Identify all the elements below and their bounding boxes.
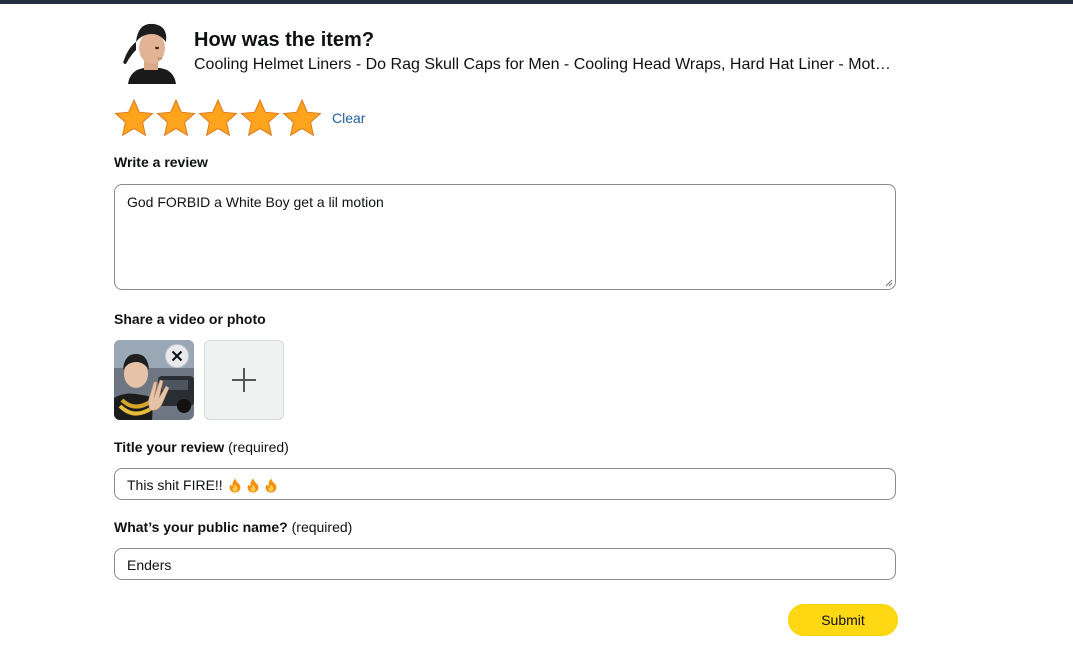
fire-emoji-icon: [229, 478, 241, 493]
required-note: (required): [291, 519, 353, 535]
star-icon-3[interactable]: [198, 98, 238, 138]
star-icon-4[interactable]: [240, 98, 280, 138]
star-icon-2[interactable]: [156, 98, 196, 138]
close-icon: [171, 350, 183, 362]
public-name-label: What’s your public name? (required): [114, 518, 352, 536]
fire-emoji-icon: [265, 478, 277, 493]
product-image: [114, 18, 180, 84]
add-media-button[interactable]: [204, 340, 284, 420]
required-note: (required): [228, 439, 289, 455]
review-title-value: This shit FIRE!!: [127, 477, 223, 493]
top-bar: [0, 0, 1073, 4]
write-review-label: Write a review: [114, 154, 208, 170]
submit-button[interactable]: Submit: [788, 604, 898, 636]
star-icon-5[interactable]: [282, 98, 322, 138]
review-textarea[interactable]: God FORBID a White Boy get a lil motion: [114, 184, 896, 290]
star-rating: Clear: [114, 98, 365, 138]
product-name: Cooling Helmet Liners - Do Rag Skull Cap…: [194, 56, 898, 73]
plus-icon: [232, 368, 256, 392]
public-name-label-text: What’s your public name?: [114, 519, 288, 535]
review-question-title: How was the item?: [194, 29, 375, 51]
public-name-input[interactable]: Enders: [114, 548, 896, 580]
fire-emoji-icon: [247, 478, 259, 493]
clear-rating-link[interactable]: Clear: [332, 110, 365, 126]
remove-photo-button[interactable]: [165, 344, 189, 368]
resize-grip-icon[interactable]: [885, 279, 893, 287]
review-title-input[interactable]: This shit FIRE!!: [114, 468, 896, 500]
star-icon-1[interactable]: [114, 98, 154, 138]
public-name-value: Enders: [127, 557, 172, 573]
review-text: God FORBID a White Boy get a lil motion: [127, 194, 384, 210]
review-title-label: Title your review (required): [114, 438, 289, 456]
review-title-label-text: Title your review: [114, 439, 225, 455]
share-media-label: Share a video or photo: [114, 311, 266, 327]
